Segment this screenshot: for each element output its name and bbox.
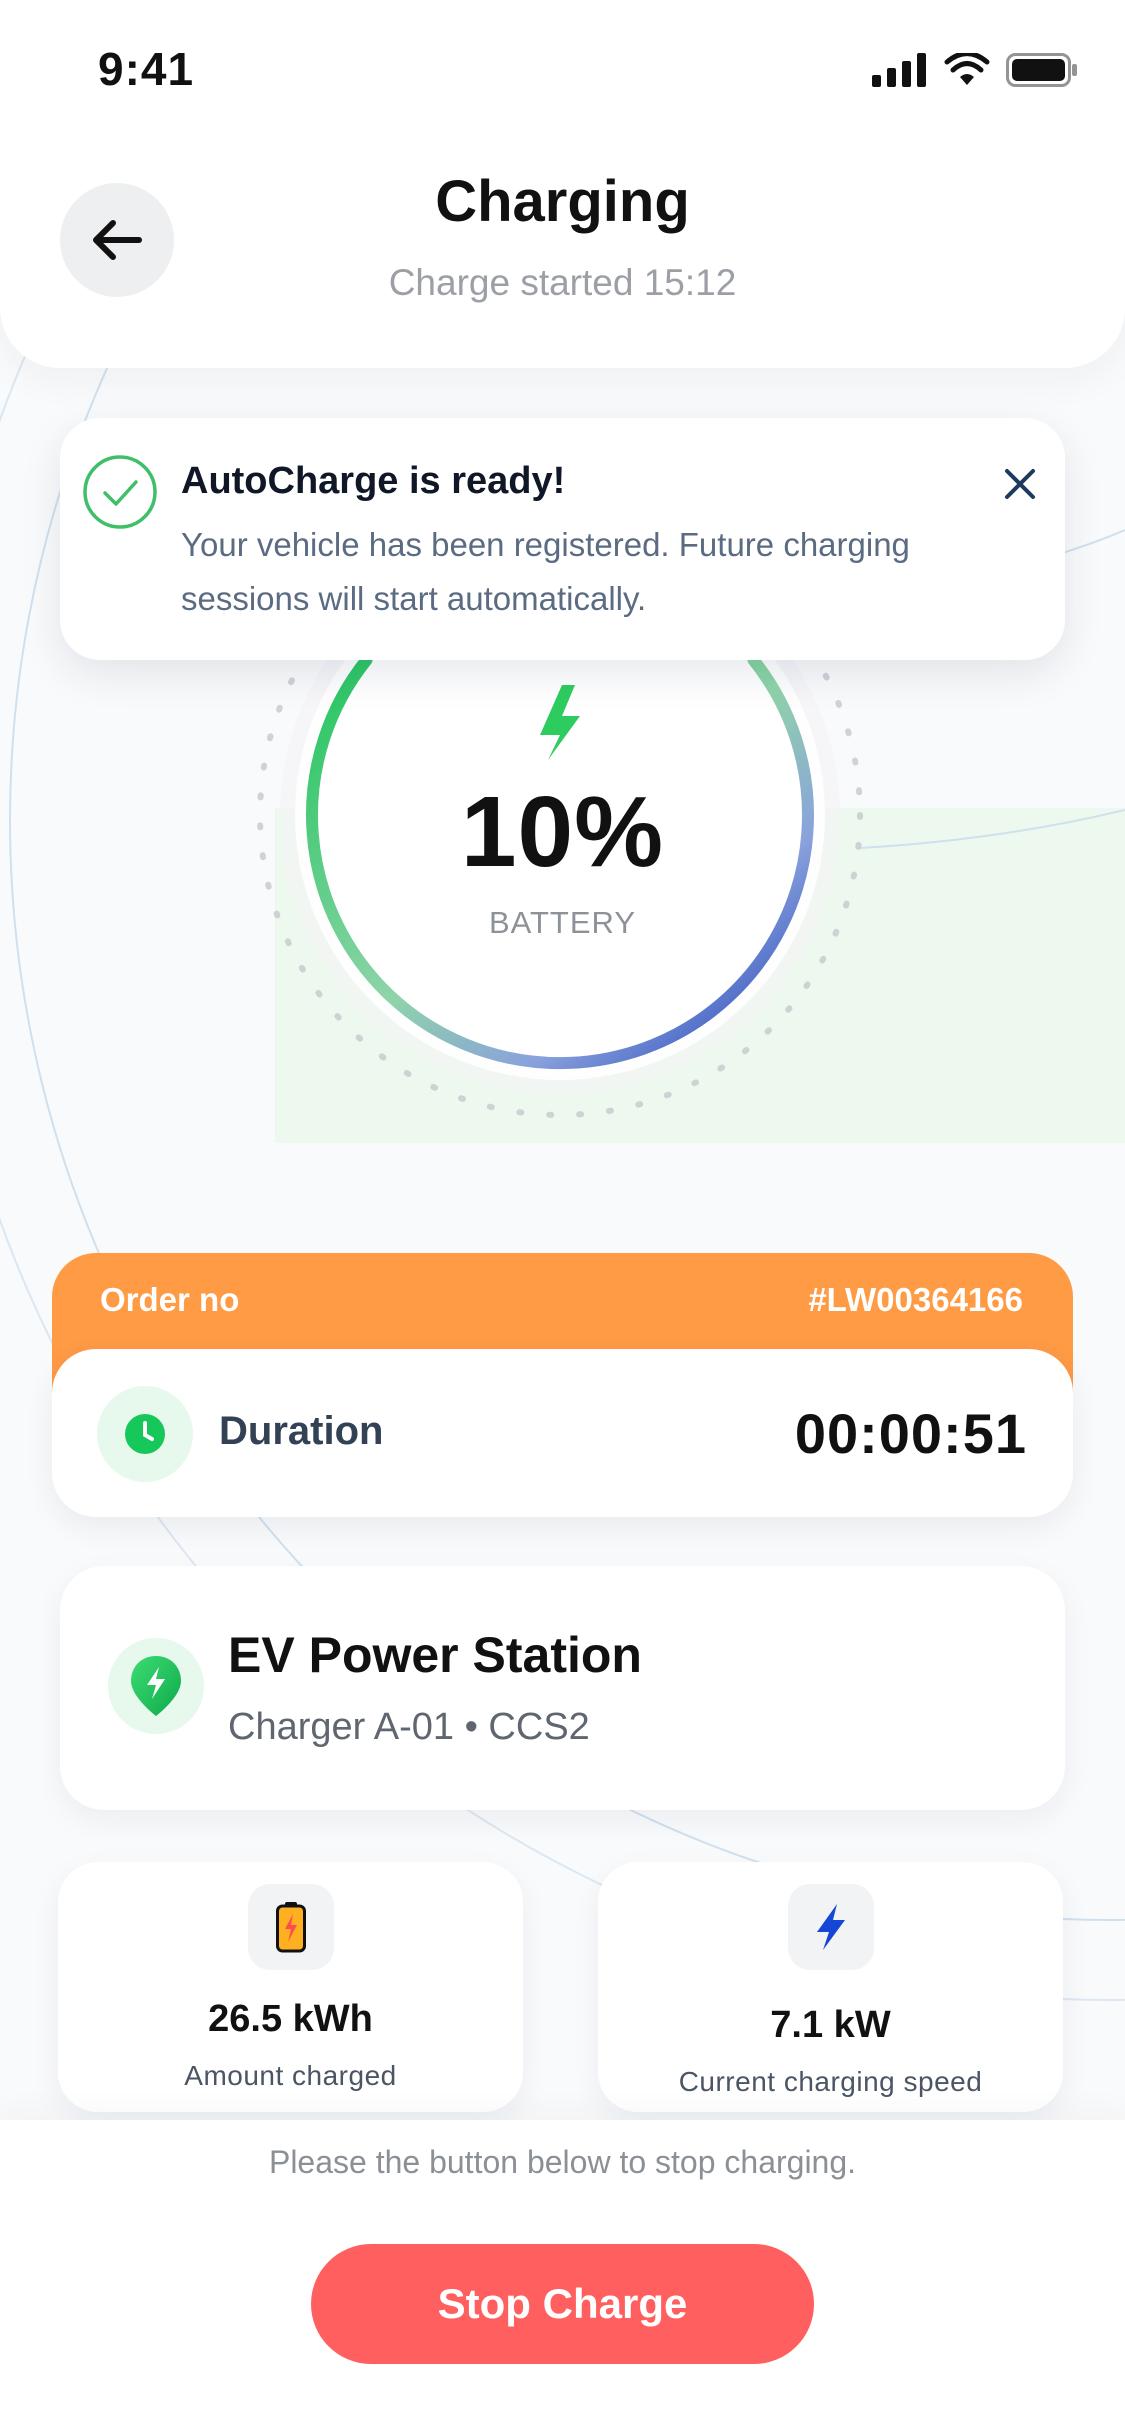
battery-icon xyxy=(1006,53,1077,87)
notice-title: AutoCharge is ready! xyxy=(181,460,566,502)
duration-label: Duration xyxy=(219,1409,384,1453)
energy-caption: Amount charged xyxy=(184,2060,397,2091)
battery-percent: 10% xyxy=(460,776,665,888)
close-icon xyxy=(1005,469,1035,499)
close-notice-button[interactable] xyxy=(992,456,1048,512)
stop-charge-button[interactable]: Stop Charge xyxy=(311,2244,814,2364)
order-card: Order no #LW00364166 Duration 00:00:51 xyxy=(52,1253,1073,1517)
order-label: Order no xyxy=(100,1281,240,1318)
speed-stat-card: 7.1 kW Current charging speed xyxy=(598,1862,1063,2112)
wifi-icon xyxy=(944,53,990,85)
battery-label: BATTERY xyxy=(488,905,637,940)
energy-stat-card: 26.5 kWh Amount charged xyxy=(58,1862,523,2112)
speed-value: 7.1 kW xyxy=(770,2004,891,2046)
lightning-icon xyxy=(788,1884,874,1970)
signal-icon xyxy=(872,53,926,87)
status-bar: 9:41 xyxy=(0,0,1125,140)
status-time: 9:41 xyxy=(98,43,195,95)
notice-text: Your vehicle has been registered. Future… xyxy=(181,526,910,617)
battery-charging-icon xyxy=(248,1884,334,1970)
clock-icon xyxy=(97,1386,193,1482)
order-number: #LW00364166 xyxy=(808,1281,1023,1318)
station-card[interactable]: EV Power Station Charger A-01 • CCS2 xyxy=(60,1566,1065,1810)
status-icons xyxy=(872,50,1078,90)
location-pin-icon xyxy=(108,1638,204,1734)
speed-caption: Current charging speed xyxy=(678,2066,983,2097)
station-detail: Charger A-01 • CCS2 xyxy=(228,1706,590,1748)
charge-start-time: Charge started 15:12 xyxy=(388,262,737,303)
stop-hint: Please the button below to stop charging… xyxy=(268,2144,857,2180)
bottom-sheet: Please the button below to stop charging… xyxy=(0,2120,1125,2436)
duration-value: 00:00:51 xyxy=(794,1402,1027,1465)
duration-panel: Duration 00:00:51 xyxy=(52,1349,1073,1517)
station-name: EV Power Station xyxy=(228,1627,642,1683)
energy-value: 26.5 kWh xyxy=(208,1998,373,2040)
autocharge-notice: AutoCharge is ready! Your vehicle has be… xyxy=(60,418,1065,660)
check-circle-icon xyxy=(83,455,157,529)
page-title: Charging xyxy=(435,169,690,234)
